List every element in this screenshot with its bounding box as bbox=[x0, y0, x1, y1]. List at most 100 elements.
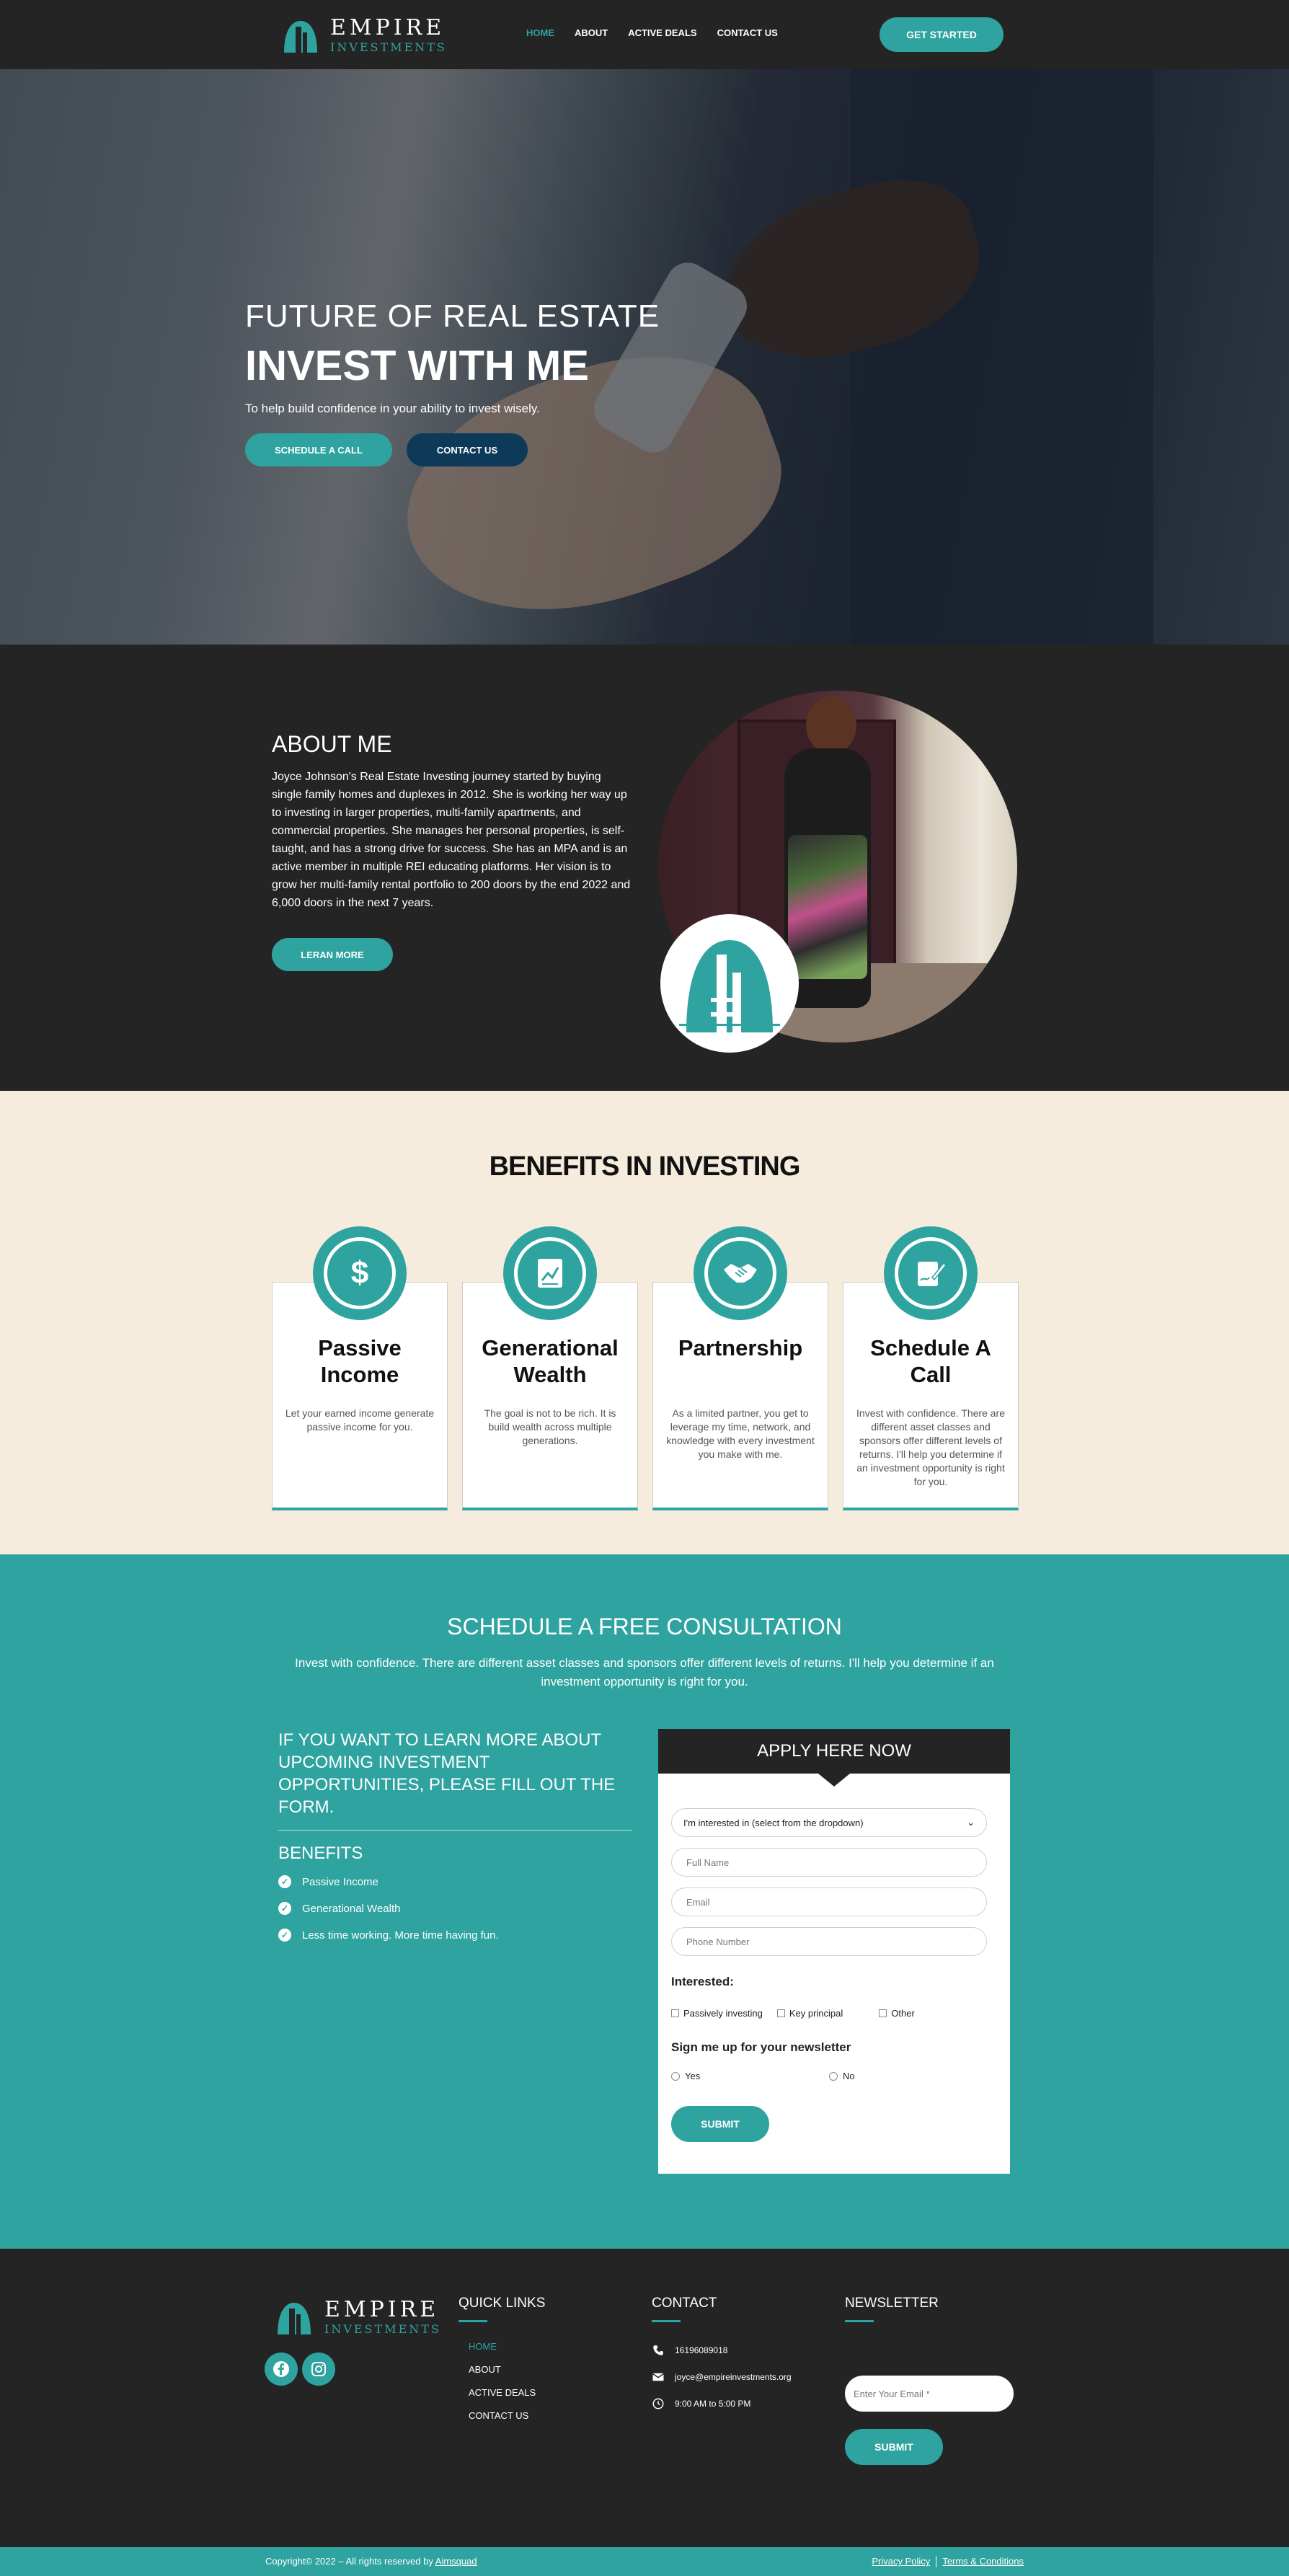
list-item-label: Passive Income bbox=[302, 1875, 378, 1888]
brand-name: EMPIRE bbox=[330, 15, 446, 40]
interest-select[interactable]: I'm interested in (select from the dropd… bbox=[671, 1808, 987, 1837]
nav-contact-us[interactable]: CONTACT US bbox=[717, 27, 778, 38]
radio-yes[interactable]: Yes bbox=[671, 2071, 829, 2081]
newsletter-submit-button[interactable]: SUBMIT bbox=[845, 2429, 943, 2465]
chevron-down-icon: ⌄ bbox=[967, 1817, 975, 1828]
checkbox-other[interactable]: Other bbox=[879, 2008, 915, 2019]
benefit-cards: $ Passive Income Let your earned income … bbox=[272, 1226, 1019, 1510]
nav-active-deals[interactable]: ACTIVE DEALS bbox=[628, 27, 696, 38]
checkbox-key-principal[interactable]: Key principal bbox=[776, 2008, 843, 2019]
interested-options: Passively investing Key principal Other bbox=[671, 2008, 987, 2019]
benefit-card: Generational Wealth The goal is not to b… bbox=[462, 1226, 638, 1510]
consultation-heading: IF YOU WANT TO LEARN MORE ABOUT UPCOMING… bbox=[278, 1730, 616, 1817]
quick-links-column: QUICK LINKS HOME ABOUT ACTIVE DEALS CONT… bbox=[459, 2296, 545, 2433]
benefit-title: Partnership bbox=[678, 1335, 803, 1360]
about-section: ABOUT ME Joyce Johnson's Real Estate Inv… bbox=[0, 645, 1289, 1091]
consultation-info: IF YOU WANT TO LEARN MORE ABOUT UPCOMING… bbox=[278, 1729, 632, 1955]
document-chart-icon bbox=[503, 1226, 597, 1320]
title-underline bbox=[459, 2320, 487, 2322]
envelope-icon bbox=[652, 2373, 664, 2381]
benefit-title: Schedule A Call bbox=[870, 1335, 991, 1387]
nav-home[interactable]: HOME bbox=[526, 27, 554, 38]
consultation-section: SCHEDULE A FREE CONSULTATION Invest with… bbox=[0, 1554, 1289, 2249]
contact-phone[interactable]: 16196089018 bbox=[652, 2344, 792, 2357]
footer-hours: 9:00 AM to 5:00 PM bbox=[675, 2399, 751, 2409]
select-value: I'm interested in (select from the dropd… bbox=[683, 1817, 864, 1828]
building-logo-icon bbox=[284, 20, 317, 53]
benefit-desc: As a limited partner, you get to leverag… bbox=[666, 1407, 815, 1460]
copyright-bar: Copyright© 2022 – All rights reserved by… bbox=[0, 2547, 1289, 2576]
quick-links-title: QUICK LINKS bbox=[459, 2296, 546, 2311]
newsletter-label: Sign me up for your newsletter bbox=[671, 2040, 851, 2054]
hero-title: INVEST WITH ME bbox=[245, 342, 589, 389]
about-logo-badge bbox=[660, 914, 799, 1053]
full-name-input[interactable]: Full Name bbox=[671, 1848, 987, 1877]
benefit-card: $ Passive Income Let your earned income … bbox=[272, 1226, 448, 1510]
benefits-list: ✓ Passive Income ✓ Generational Wealth ✓ Le… bbox=[278, 1875, 632, 1942]
hero-kicker: FUTURE OF REAL ESTATE bbox=[245, 298, 660, 334]
site-footer: EMPIRE INVESTMENTS QUICK LINKS HOME ABOU… bbox=[0, 2249, 1289, 2547]
contact-title: CONTACT bbox=[652, 2296, 717, 2311]
photo-person-head bbox=[806, 696, 856, 754]
email-input[interactable]: Email bbox=[671, 1887, 987, 1916]
submit-button[interactable]: SUBMIT bbox=[671, 2106, 769, 2142]
contact-email[interactable]: joyce@empireinvestments.org bbox=[652, 2371, 792, 2384]
copyright-text: Copyright© 2022 – All rights reserved by… bbox=[265, 2556, 477, 2567]
brand-logo[interactable]: EMPIRE INVESTMENTS bbox=[281, 17, 447, 54]
contact-us-button[interactable]: CONTACT US bbox=[407, 433, 528, 466]
contact-column: CONTACT 16196089018 joyce@empireinvestme… bbox=[652, 2296, 792, 2424]
brand-tagline: INVESTMENTS bbox=[324, 2322, 441, 2336]
form-header-arrow bbox=[818, 1774, 850, 1787]
check-circle-icon: ✓ bbox=[278, 1875, 291, 1888]
footer-link-about[interactable]: ABOUT bbox=[459, 2364, 545, 2375]
brand-tagline: INVESTMENTS bbox=[330, 40, 447, 54]
handshake-icon bbox=[694, 1226, 787, 1320]
aimsquad-link[interactable]: Aimsquad bbox=[435, 2556, 477, 2567]
phone-icon bbox=[653, 2345, 663, 2355]
benefits-heading: BENEFITS bbox=[278, 1844, 363, 1863]
list-item: ✓ Less time working. More time having fun… bbox=[278, 1929, 632, 1942]
terms-link[interactable]: Terms & Conditions bbox=[942, 2556, 1024, 2567]
get-started-button[interactable]: GET STARTED bbox=[880, 17, 1004, 52]
learn-more-button[interactable]: LERAN MORE bbox=[272, 938, 393, 971]
footer-logo[interactable]: EMPIRE INVESTMENTS bbox=[274, 2299, 441, 2336]
list-item: ✓ Passive Income bbox=[278, 1875, 632, 1888]
privacy-policy-link[interactable]: Privacy Policy bbox=[872, 2556, 930, 2567]
facebook-icon[interactable] bbox=[265, 2353, 298, 2386]
benefit-card: Schedule A Call Invest with confidence. … bbox=[843, 1226, 1019, 1510]
benefit-desc: The goal is not to be rich. It is build … bbox=[484, 1407, 616, 1446]
contact-hours: 9:00 AM to 5:00 PM bbox=[652, 2397, 792, 2410]
schedule-call-button[interactable]: SCHEDULE A CALL bbox=[245, 433, 392, 466]
newsletter-email-input[interactable]: Enter Your Email * bbox=[845, 2376, 1014, 2412]
instagram-icon[interactable] bbox=[302, 2353, 335, 2386]
brand-name: EMPIRE bbox=[324, 2297, 440, 2322]
building-logo-icon bbox=[278, 2302, 311, 2334]
phone-input[interactable]: Phone Number bbox=[671, 1927, 987, 1956]
main-nav: HOME ABOUT ACTIVE DEALS CONTACT US bbox=[526, 27, 778, 38]
form-newsletter-options-0: Yes bbox=[685, 2071, 701, 2081]
nav-about[interactable]: ABOUT bbox=[575, 27, 608, 38]
newsletter-column: NEWSLETTER Enter Your Email * SUBMIT bbox=[845, 2296, 1014, 2465]
check-circle-icon: ✓ bbox=[278, 1929, 291, 1942]
benefits-section: BENEFITS IN INVESTING $ Passive Income L… bbox=[0, 1091, 1289, 1554]
copyright-text: Copyright© 2022 – All rights reserved by bbox=[265, 2556, 433, 2567]
site-header: EMPIRE INVESTMENTS HOME ABOUT ACTIVE DEA… bbox=[0, 0, 1289, 69]
check-circle-icon: ✓ bbox=[278, 1902, 291, 1915]
benefits-title: BENEFITS IN INVESTING bbox=[489, 1151, 801, 1182]
footer-link-contact-us[interactable]: CONTACT US bbox=[459, 2410, 545, 2421]
footer-link-home[interactable]: HOME bbox=[459, 2341, 545, 2352]
newsletter-title: NEWSLETTER bbox=[845, 2296, 939, 2311]
apply-form: APPLY HERE NOW I'm interested in (select… bbox=[658, 1729, 1010, 2174]
hero-content: FUTURE OF REAL ESTATE INVEST WITH ME To … bbox=[245, 298, 660, 466]
form-interested-options-0: Passively investing bbox=[683, 2008, 763, 2019]
radio-no[interactable]: No bbox=[829, 2071, 987, 2081]
title-underline bbox=[652, 2320, 681, 2322]
social-links bbox=[265, 2353, 335, 2386]
box bbox=[776, 2009, 785, 2017]
sign-document-icon bbox=[884, 1226, 978, 1320]
box bbox=[879, 2009, 887, 2017]
title-underline bbox=[845, 2320, 874, 2322]
consultation-subtitle: Invest with confidence. There are differ… bbox=[295, 1656, 994, 1688]
checkbox-passively-investing[interactable]: Passively investing bbox=[671, 2008, 763, 2019]
footer-link-active-deals[interactable]: ACTIVE DEALS bbox=[459, 2387, 545, 2398]
